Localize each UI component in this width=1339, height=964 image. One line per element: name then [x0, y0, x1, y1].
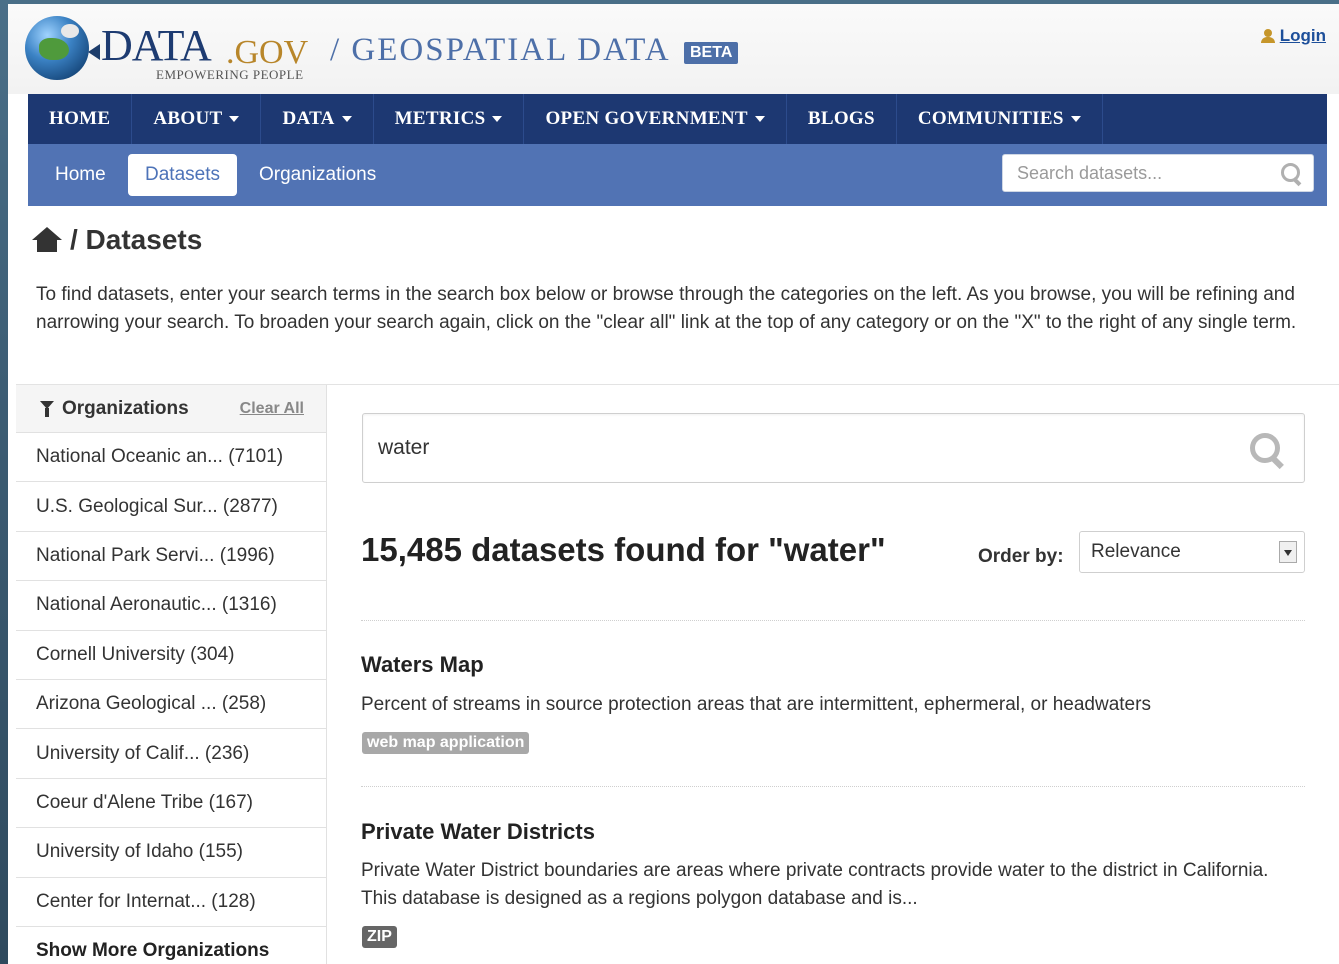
nav-item-communities[interactable]: COMMUNITIES: [897, 94, 1103, 144]
result-count: 15,485 datasets found for "water": [361, 531, 886, 568]
header-search-input[interactable]: [1003, 162, 1273, 184]
result-title[interactable]: Private Water Districts: [361, 819, 595, 845]
caret-down-icon: [492, 116, 503, 122]
page-frame: DATA .GOV EMPOWERING PEOPLE / GEOSPATIAL…: [8, 4, 1339, 964]
facet-item[interactable]: U.S. Geological Sur... (2877): [16, 482, 326, 532]
nav-label: BLOGS: [807, 108, 875, 129]
nav-item-about[interactable]: ABOUT: [132, 94, 262, 144]
tab-organizations[interactable]: Organizations: [242, 154, 393, 196]
home-icon[interactable]: [32, 227, 62, 253]
nav-label: METRICS: [394, 108, 486, 129]
site-title: / GEOSPATIAL DATA: [330, 32, 671, 68]
nav-item-home[interactable]: HOME: [28, 94, 133, 144]
login-link[interactable]: Login: [1260, 26, 1326, 46]
search-icon[interactable]: [1281, 163, 1303, 185]
format-tag[interactable]: web map application: [362, 732, 530, 754]
tab-datasets[interactable]: Datasets: [128, 154, 237, 196]
order-by-value: Relevance: [1091, 541, 1181, 562]
show-more-organizations-link[interactable]: Show More Organizations: [16, 926, 326, 964]
filter-icon: [40, 400, 54, 417]
facet-title-label: Organizations: [62, 397, 189, 419]
tab-home[interactable]: Home: [38, 154, 123, 196]
brand-tagline: EMPOWERING PEOPLE: [156, 67, 304, 82]
facet-item[interactable]: Coeur d'Alene Tribe (167): [16, 778, 326, 829]
result-description: Percent of streams in source protection …: [361, 694, 1151, 715]
nav-label: COMMUNITIES: [917, 108, 1064, 129]
facet-header: Organizations Clear All: [16, 385, 326, 433]
login-label: Login: [1279, 26, 1326, 45]
dataset-search-input[interactable]: [363, 436, 1223, 460]
breadcrumb: / Datasets: [32, 224, 202, 256]
sub-nav: Home Datasets Organizations: [28, 144, 1327, 206]
globe-logo-icon[interactable]: [25, 16, 89, 80]
user-icon: [1260, 29, 1275, 43]
header-search-box: [1002, 154, 1314, 192]
format-tag[interactable]: ZIP: [362, 926, 397, 948]
brand-suffix[interactable]: .GOV: [226, 36, 308, 70]
page-title: / Datasets: [70, 224, 203, 255]
beta-badge: BETA: [684, 42, 739, 64]
facet-title: Organizations: [40, 398, 189, 420]
caret-down-icon: [229, 116, 240, 122]
facet-item[interactable]: National Oceanic an... (7101): [16, 433, 326, 483]
facet-item[interactable]: National Aeronautic... (1316): [16, 581, 326, 631]
dataset-search-box: [362, 413, 1305, 483]
chevron-down-icon: [1279, 541, 1297, 563]
nav-label: OPEN GOVERNMENT: [545, 108, 748, 129]
nav-item-metrics[interactable]: METRICS: [374, 94, 525, 144]
facet-item[interactable]: Cornell University (304): [16, 630, 326, 680]
logo-arrow-icon: [88, 44, 100, 60]
brand-name[interactable]: DATA: [101, 24, 212, 68]
facet-item[interactable]: National Park Servi... (1996): [16, 531, 326, 582]
site-header: DATA .GOV EMPOWERING PEOPLE / GEOSPATIAL…: [8, 4, 1339, 94]
organizations-facet: Organizations Clear All National Oceanic…: [16, 385, 327, 964]
nav-label: DATA: [282, 108, 335, 129]
nav-item-data[interactable]: DATA: [261, 94, 374, 144]
nav-label: ABOUT: [153, 108, 223, 129]
nav-label: HOME: [49, 108, 111, 129]
caret-down-icon: [1070, 116, 1081, 122]
clear-all-link[interactable]: Clear All: [240, 400, 304, 418]
main-nav: HOME ABOUT DATA METRICS OPEN GOVERNMENT …: [28, 94, 1327, 144]
order-by-select[interactable]: Relevance: [1079, 531, 1305, 573]
result-title[interactable]: Waters Map: [361, 652, 484, 678]
caret-down-icon: [341, 116, 352, 122]
divider: [361, 620, 1305, 621]
facet-item[interactable]: University of Idaho (155): [16, 828, 326, 878]
divider: [361, 786, 1305, 787]
facet-item[interactable]: Arizona Geological ... (258): [16, 679, 326, 730]
caret-down-icon: [754, 116, 765, 122]
order-by-label: Order by:: [978, 546, 1064, 567]
search-icon[interactable]: [1250, 433, 1286, 469]
nav-item-open-government[interactable]: OPEN GOVERNMENT: [524, 94, 787, 144]
facet-item[interactable]: University of Calif... (236): [16, 729, 326, 779]
intro-text: To find datasets, enter your search term…: [36, 284, 1297, 333]
facet-item[interactable]: Center for Internat... (128): [16, 877, 326, 927]
result-description: Private Water District boundaries are ar…: [361, 860, 1269, 909]
nav-item-blogs[interactable]: BLOGS: [787, 94, 897, 144]
